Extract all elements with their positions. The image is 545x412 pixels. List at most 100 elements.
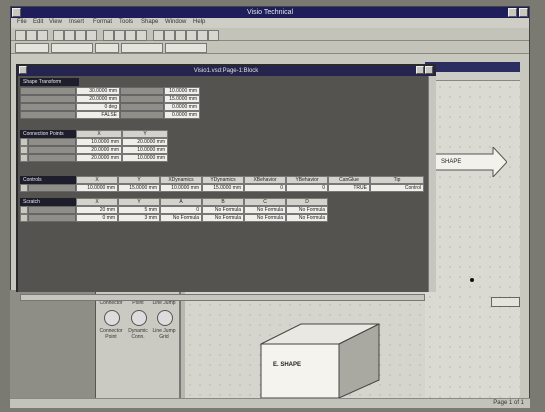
cell-flipx[interactable]: FALSE (76, 111, 120, 119)
menu-format[interactable]: Format (93, 19, 112, 25)
column-header-canglue: CanGlue (328, 176, 370, 184)
drawing-canvas[interactable]: SHAPE (425, 62, 520, 398)
menu-file[interactable]: File (17, 19, 27, 25)
rectangle-shape[interactable] (491, 297, 520, 307)
menu-view[interactable]: View (49, 19, 62, 25)
stencil-label-line-jump-grid: Line Jump Grid (152, 328, 176, 340)
connection-point[interactable] (470, 278, 474, 282)
maximize-icon[interactable] (519, 8, 528, 17)
open-icon[interactable] (26, 30, 37, 41)
cell-locpinx[interactable]: 0.0000 mm (164, 103, 200, 111)
scratch-a-1[interactable]: 0 (160, 206, 202, 214)
menu-shape[interactable]: Shape (141, 19, 158, 25)
sheet-minimize-icon[interactable] (416, 66, 424, 74)
conn-y-2[interactable]: 10.0000 mm (122, 146, 168, 154)
section-connection-points[interactable]: Connection Points (20, 130, 79, 138)
menu-tools[interactable]: Tools (119, 19, 133, 25)
scratch-y-1[interactable]: 5 mm (118, 206, 160, 214)
sheet-system-menu-icon[interactable] (19, 66, 27, 74)
scratch-a-2[interactable]: No Formula (160, 214, 202, 222)
control-ybehavior[interactable]: 0 (286, 184, 328, 192)
point-icon[interactable] (131, 310, 147, 326)
left-panel (10, 290, 96, 398)
zoom-icon[interactable] (153, 30, 164, 41)
pointer-icon[interactable] (103, 30, 114, 41)
minimize-icon[interactable] (508, 8, 517, 17)
menu-insert[interactable]: Insert (69, 19, 84, 25)
control-xdynamics[interactable]: 10.0000 mm (160, 184, 202, 192)
align-icon[interactable] (197, 30, 208, 41)
scratch-b-2[interactable]: No Formula (202, 214, 244, 222)
shapesheet-title-bar[interactable]: Visio1.vsd:Page-1:Block (18, 66, 434, 76)
control-y[interactable]: 15.0000 mm (118, 184, 160, 192)
pencil-tool-icon[interactable] (136, 30, 147, 41)
cell-height[interactable]: 20.0000 mm (76, 95, 120, 103)
scratch-d-2[interactable]: No Formula (286, 214, 328, 222)
conn-x-1[interactable]: 10.0000 mm (76, 138, 122, 146)
conn-y-1[interactable]: 20.0000 mm (122, 138, 168, 146)
control-xbehavior[interactable]: 0 (244, 184, 286, 192)
scratch-c-1[interactable]: No Formula (244, 206, 286, 214)
fill-style-select[interactable] (165, 43, 207, 53)
row-header[interactable] (20, 154, 28, 162)
line-style-select[interactable] (121, 43, 163, 53)
help-icon[interactable] (175, 30, 186, 41)
app-title-bar[interactable]: Visio Technical (11, 7, 529, 18)
row-header[interactable] (20, 214, 28, 222)
line-jump-icon[interactable] (157, 310, 173, 326)
scratch-x-1[interactable]: 20 mm (76, 206, 118, 214)
group-icon[interactable] (208, 30, 219, 41)
conn-y-3[interactable]: 10.0000 mm (122, 154, 168, 162)
font-size-select[interactable] (95, 43, 119, 53)
vertical-scrollbar[interactable] (428, 76, 436, 292)
cell-width[interactable]: 30.0000 mm (76, 87, 120, 95)
drawing-window-title-bar[interactable] (425, 62, 520, 72)
scratch-y-2[interactable]: 3 mm (118, 214, 160, 222)
cut-icon[interactable] (64, 30, 75, 41)
section-shape-transform[interactable]: Shape Transform (20, 78, 79, 86)
scratch-c-2[interactable]: No Formula (244, 214, 286, 222)
row-header[interactable] (20, 146, 28, 154)
control-x[interactable]: 10.0000 mm (76, 184, 118, 192)
menu-help[interactable]: Help (193, 19, 205, 25)
sheet-maximize-icon[interactable] (425, 66, 433, 74)
column-header-c: C (244, 198, 286, 206)
font-select[interactable] (51, 43, 93, 53)
layer-icon[interactable] (186, 30, 197, 41)
box-shape[interactable] (255, 320, 385, 398)
new-icon[interactable] (15, 30, 26, 41)
print-icon[interactable] (53, 30, 64, 41)
row-header[interactable] (20, 206, 28, 214)
stencil-label-connector-point: Connector Point (99, 328, 123, 340)
row-header[interactable] (20, 184, 28, 192)
text-tool-icon[interactable] (114, 30, 125, 41)
menu-window[interactable]: Window (165, 19, 186, 25)
section-controls[interactable]: Controls (20, 176, 79, 184)
system-menu-icon[interactable] (12, 8, 21, 17)
conn-x-3[interactable]: 20.0000 mm (76, 154, 122, 162)
connector-icon[interactable] (104, 310, 120, 326)
section-scratch[interactable]: Scratch (20, 198, 79, 206)
scratch-d-1[interactable]: No Formula (286, 206, 328, 214)
cell-piny[interactable]: 15.0000 mm (164, 95, 200, 103)
control-tip[interactable]: Control (370, 184, 424, 192)
connector-tool-icon[interactable] (125, 30, 136, 41)
paste-icon[interactable] (86, 30, 97, 41)
cell-pinx[interactable]: 10.0000 mm (164, 87, 200, 95)
drawing-page-area[interactable]: E. SHAPE (185, 290, 425, 398)
horizontal-scrollbar[interactable] (20, 294, 425, 301)
control-canglue[interactable]: TRUE (328, 184, 370, 192)
cell-angle[interactable]: 0 deg (76, 103, 120, 111)
menu-edit[interactable]: Edit (33, 19, 43, 25)
scratch-b-1[interactable]: No Formula (202, 206, 244, 214)
cell-locpiny[interactable]: 0.0000 mm (164, 111, 200, 119)
scratch-x-2[interactable]: 0 mm (76, 214, 118, 222)
style-select[interactable] (15, 43, 49, 53)
shapesheet-body: Shape Transform 30.0000 mm 10.0000 mm 20… (18, 76, 434, 301)
copy-icon[interactable] (75, 30, 86, 41)
control-ydynamics[interactable]: 15.0000 mm (202, 184, 244, 192)
save-icon[interactable] (37, 30, 48, 41)
stencil-icon[interactable] (164, 30, 175, 41)
conn-x-2[interactable]: 20.0000 mm (76, 146, 122, 154)
row-header[interactable] (20, 138, 28, 146)
